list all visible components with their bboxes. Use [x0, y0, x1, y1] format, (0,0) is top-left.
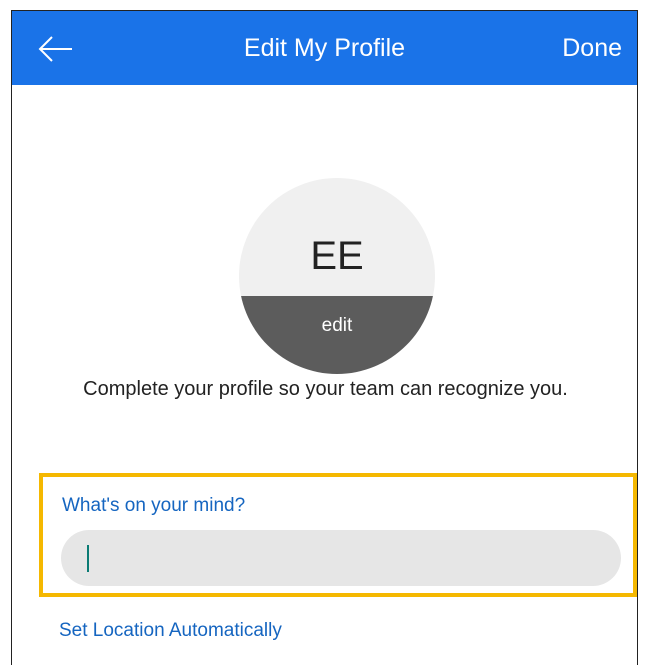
page-title: Edit My Profile: [243, 34, 406, 62]
avatar-initials: EE: [310, 234, 364, 278]
edit-profile-screen: Edit My Profile Done EE edit Complete yo…: [11, 10, 638, 665]
profile-prompt: Complete your profile so your team can r…: [83, 378, 568, 400]
status-field-highlight: What's on your mind?: [39, 473, 637, 597]
status-field-label: What's on your mind?: [62, 495, 246, 516]
app-bar: Edit My Profile Done: [12, 11, 637, 85]
status-input[interactable]: [61, 530, 621, 586]
done-button[interactable]: Done: [562, 11, 622, 85]
text-caret: [87, 545, 89, 572]
avatar[interactable]: EE edit: [239, 178, 435, 374]
set-location-link[interactable]: Set Location Automatically: [59, 620, 282, 642]
edit-avatar-button[interactable]: edit: [239, 296, 435, 374]
